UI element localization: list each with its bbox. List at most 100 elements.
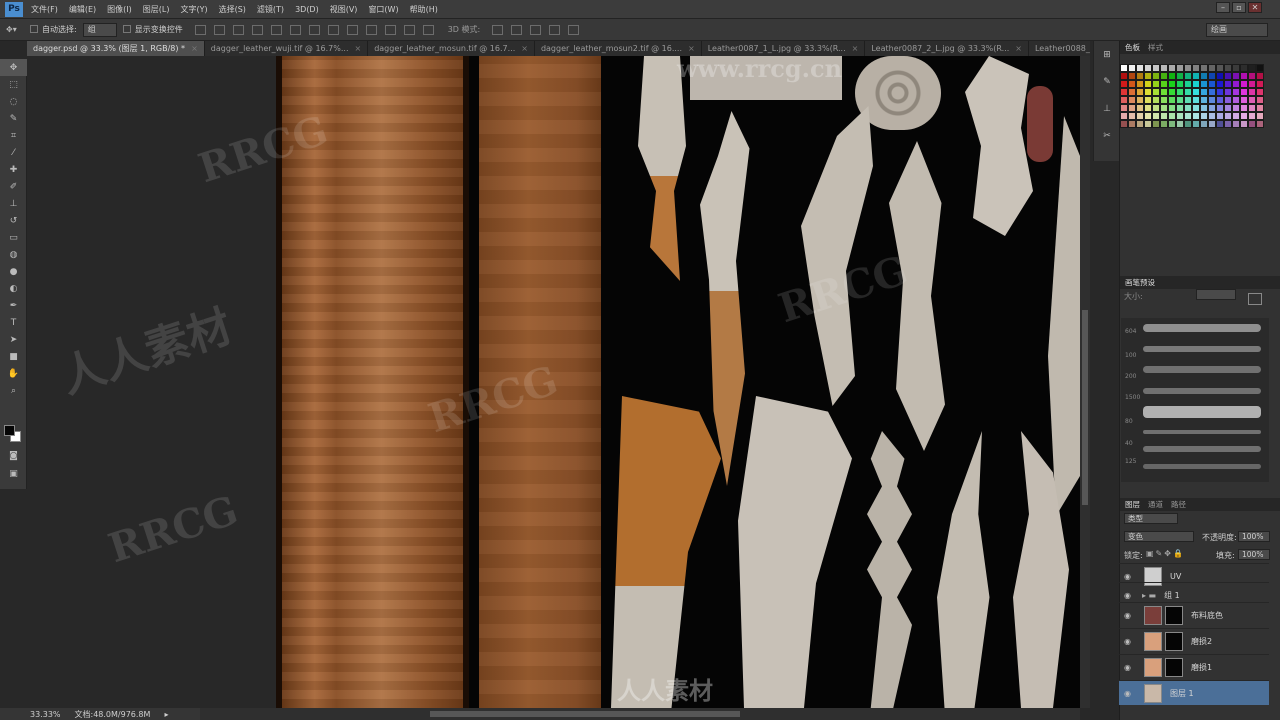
color-swatch[interactable]	[1136, 64, 1144, 72]
color-swatch[interactable]	[1240, 96, 1248, 104]
tab-dagger-psd[interactable]: dagger.psd @ 33.3% (图层 1, RGB/8) * ×	[27, 41, 205, 56]
crop-tool-icon[interactable]: ⌗	[0, 127, 27, 144]
color-swatch[interactable]	[1208, 64, 1216, 72]
maximize-button[interactable]: ▫	[1232, 2, 1246, 13]
tab-paths[interactable]: 路径	[1171, 499, 1186, 510]
color-swatch[interactable]	[1184, 64, 1192, 72]
color-swatch[interactable]	[1200, 104, 1208, 112]
lasso-tool-icon[interactable]: ◌	[0, 93, 27, 110]
color-swatch[interactable]	[1152, 120, 1160, 128]
tab-leather0087-2[interactable]: Leather0087_2_L.jpg @ 33.3%(R... ×	[865, 41, 1029, 56]
horizontal-scrollbar[interactable]	[200, 708, 1080, 720]
close-tab-icon[interactable]: ×	[191, 41, 198, 56]
color-swatch[interactable]	[1152, 96, 1160, 104]
close-button[interactable]: ✕	[1248, 2, 1262, 13]
color-swatch[interactable]	[1232, 88, 1240, 96]
menu-type[interactable]: 文字(Y)	[180, 4, 207, 15]
color-swatch[interactable]	[1248, 96, 1256, 104]
color-swatch[interactable]	[1184, 88, 1192, 96]
color-swatch[interactable]	[1224, 120, 1232, 128]
color-swatch[interactable]	[1192, 96, 1200, 104]
color-swatch[interactable]	[1176, 64, 1184, 72]
brush-stroke[interactable]	[1143, 388, 1261, 394]
align-left-icon[interactable]	[251, 24, 263, 35]
status-menu-icon[interactable]: ▸	[164, 710, 168, 719]
color-swatch[interactable]	[1200, 72, 1208, 80]
menu-edit[interactable]: 编辑(E)	[69, 4, 96, 15]
distribute-hcenter-icon[interactable]	[384, 24, 396, 35]
workspace-dropdown[interactable]: 绘画	[1206, 23, 1268, 37]
color-swatch[interactable]	[1152, 88, 1160, 96]
distribute-bottom-icon[interactable]	[346, 24, 358, 35]
color-swatch[interactable]	[1208, 96, 1216, 104]
layer-row[interactable]: ◉ 磨损2	[1119, 628, 1269, 653]
minimize-button[interactable]: –	[1216, 2, 1230, 13]
color-swatch[interactable]	[1216, 112, 1224, 120]
color-swatch[interactable]	[1248, 80, 1256, 88]
color-swatch[interactable]	[1144, 80, 1152, 88]
visibility-eye-icon[interactable]: ◉	[1124, 572, 1136, 581]
color-swatch[interactable]	[1168, 88, 1176, 96]
clone-stamp-tool-icon[interactable]: ⊥	[0, 195, 27, 212]
color-swatch[interactable]	[1168, 80, 1176, 88]
fill-input[interactable]: 100%	[1238, 549, 1270, 560]
transform-controls-checkbox[interactable]	[122, 25, 135, 34]
color-swatch[interactable]	[1128, 104, 1136, 112]
history-panel-icon[interactable]: ⊞	[1094, 41, 1120, 68]
visibility-eye-icon[interactable]: ◉	[1124, 611, 1136, 620]
color-swatch[interactable]	[1168, 72, 1176, 80]
color-swatch[interactable]	[1136, 112, 1144, 120]
menu-help[interactable]: 帮助(H)	[410, 4, 438, 15]
color-swatch[interactable]	[1176, 72, 1184, 80]
color-swatch[interactable]	[1248, 72, 1256, 80]
color-swatch[interactable]	[1168, 112, 1176, 120]
color-swatch[interactable]	[1136, 72, 1144, 80]
color-swatch[interactable]	[1240, 80, 1248, 88]
opacity-input[interactable]: 100%	[1238, 531, 1270, 542]
color-swatch[interactable]	[1144, 64, 1152, 72]
color-swatch[interactable]	[1208, 120, 1216, 128]
layer-kind-filter[interactable]: 类型	[1124, 513, 1178, 524]
menu-view[interactable]: 视图(V)	[330, 4, 358, 15]
color-swatch[interactable]	[1232, 80, 1240, 88]
color-swatch[interactable]	[1192, 72, 1200, 80]
color-swatch[interactable]	[1224, 80, 1232, 88]
color-swatch[interactable]	[1160, 104, 1168, 112]
color-swatch[interactable]	[1160, 64, 1168, 72]
move-tool-icon[interactable]: ✥▾	[6, 25, 30, 34]
color-swatch[interactable]	[1200, 88, 1208, 96]
color-swatch[interactable]	[1232, 72, 1240, 80]
menu-layer[interactable]: 图层(L)	[143, 4, 170, 15]
brush-tool-icon[interactable]: ✐	[0, 178, 27, 195]
menu-select[interactable]: 选择(S)	[219, 4, 246, 15]
color-swatch[interactable]	[1152, 112, 1160, 120]
color-swatch[interactable]	[1208, 104, 1216, 112]
color-swatch[interactable]	[1128, 88, 1136, 96]
distribute-left-icon[interactable]	[365, 24, 377, 35]
color-swatch[interactable]	[1136, 104, 1144, 112]
color-swatch[interactable]	[1176, 104, 1184, 112]
color-swatch[interactable]	[1224, 96, 1232, 104]
color-swatch[interactable]	[1192, 104, 1200, 112]
scroll-thumb[interactable]	[1082, 310, 1088, 505]
color-swatch[interactable]	[1216, 72, 1224, 80]
align-hcenter-icon[interactable]	[270, 24, 282, 35]
color-swatch[interactable]	[1168, 96, 1176, 104]
color-swatch[interactable]	[1200, 80, 1208, 88]
tab-styles[interactable]: 样式	[1148, 42, 1163, 53]
color-swatch[interactable]	[1200, 96, 1208, 104]
menu-image[interactable]: 图像(I)	[107, 4, 132, 15]
color-swatch[interactable]	[1192, 64, 1200, 72]
color-swatch[interactable]	[1184, 104, 1192, 112]
color-swatch[interactable]	[1144, 72, 1152, 80]
color-swatch[interactable]	[1248, 88, 1256, 96]
color-swatch[interactable]	[1248, 112, 1256, 120]
color-swatch[interactable]	[1152, 72, 1160, 80]
color-swatch[interactable]	[1160, 120, 1168, 128]
color-swatch[interactable]	[1200, 120, 1208, 128]
color-swatch[interactable]	[1120, 104, 1128, 112]
color-swatch[interactable]	[1168, 104, 1176, 112]
quick-mask-icon[interactable]: ◙	[0, 447, 27, 464]
menu-filter[interactable]: 滤镜(T)	[257, 4, 284, 15]
close-tab-icon[interactable]: ×	[1015, 41, 1022, 56]
